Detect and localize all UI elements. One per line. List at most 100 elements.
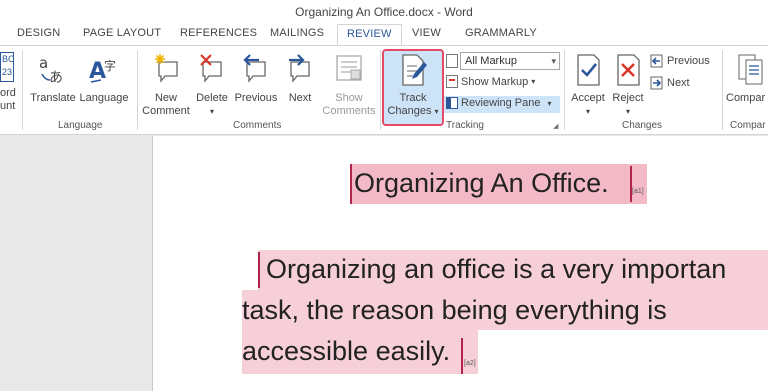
show-markup-button[interactable]: Show Markup ▾ xyxy=(446,75,535,88)
dialog-launcher-icon[interactable]: ◢ xyxy=(553,122,558,130)
tab-page-layout[interactable]: PAGE LAYOUT xyxy=(83,27,161,39)
new-comment-label-1: New xyxy=(154,92,177,104)
markup-select[interactable]: All Markup ▾ xyxy=(460,52,560,70)
separator xyxy=(380,50,381,130)
chevron-down-icon: ▾ xyxy=(585,107,590,116)
previous-comment-icon xyxy=(243,54,266,83)
next-change-button[interactable]: Next xyxy=(650,76,690,90)
separator xyxy=(564,50,565,130)
markup-select-value: All Markup xyxy=(465,55,517,67)
next-comment-icon xyxy=(289,54,310,83)
chevron-down-icon: ▾ xyxy=(625,107,630,116)
group-label-tracking: Tracking xyxy=(446,120,484,131)
track-changes-label-2: Changes xyxy=(387,105,432,117)
delete-comment-button[interactable]: Delete ▾ xyxy=(194,52,230,118)
group-label-comments: Comments xyxy=(233,120,282,131)
language-icon: A 字 xyxy=(89,58,116,84)
language-button[interactable]: A 字 Language xyxy=(78,52,130,105)
reviewing-pane-label: Reviewing Pane xyxy=(461,97,541,109)
separator xyxy=(22,50,23,130)
tab-review[interactable]: REVIEW xyxy=(337,24,402,47)
comment-anchor xyxy=(461,338,463,374)
next-label: Next xyxy=(288,92,312,104)
compare-label: Compar xyxy=(726,92,766,104)
tab-references[interactable]: REFERENCES xyxy=(180,27,257,39)
tab-mailings[interactable]: MAILINGS xyxy=(270,27,324,39)
group-label-changes: Changes xyxy=(622,120,663,131)
abc-text: BC xyxy=(2,54,15,64)
change-bar xyxy=(350,164,352,204)
paragraph-line-1[interactable]: Organizing an office is a very importan xyxy=(266,254,726,285)
language-label: Language xyxy=(79,92,129,104)
chevron-down-icon: ▾ xyxy=(434,107,439,116)
tab-grammarly[interactable]: GRAMMARLY xyxy=(465,27,537,39)
word-count-label-2: unt xyxy=(0,100,16,112)
tab-view[interactable]: VIEW xyxy=(412,27,441,39)
show-comments-label-2: Comments xyxy=(322,105,376,117)
delete-comment-icon xyxy=(200,54,222,83)
next-change-label: Next xyxy=(667,77,690,89)
title-bar: Organizing An Office.docx - Word xyxy=(0,0,768,24)
chevron-down-icon: ▾ xyxy=(531,77,536,86)
previous-comment-button[interactable]: Previous xyxy=(232,52,280,105)
track-changes-button[interactable]: Track Changes ▾ xyxy=(384,52,442,118)
delete-label: Delete xyxy=(196,92,228,104)
separator xyxy=(137,50,138,130)
comment-marker[interactable]: [a1] xyxy=(632,188,644,195)
document-heading[interactable]: Organizing An Office. xyxy=(354,168,609,199)
comment-anchor xyxy=(630,166,632,202)
show-comments-button[interactable]: Show Comments xyxy=(320,52,378,118)
group-label-compare: Compar xyxy=(730,120,766,131)
chevron-down-icon: ▾ xyxy=(551,56,556,66)
window-title: Organizing An Office.docx - Word xyxy=(295,5,473,19)
translate-icon: a あ xyxy=(39,54,63,86)
group-label-language: Language xyxy=(58,120,103,131)
next-comment-button[interactable]: Next xyxy=(282,52,318,105)
next-change-icon xyxy=(650,76,663,90)
tab-design[interactable]: DESIGN xyxy=(17,27,60,39)
accept-label: Accept xyxy=(571,92,605,104)
track-changes-label-1: Track xyxy=(399,92,427,104)
compare-button[interactable]: Compar xyxy=(726,52,768,105)
reject-icon xyxy=(617,54,640,86)
reject-label: Reject xyxy=(612,92,644,104)
svg-text:あ: あ xyxy=(49,70,63,86)
svg-text:a: a xyxy=(39,54,48,72)
new-comment-button[interactable]: New Comment xyxy=(140,52,192,118)
word-count-button[interactable]: BC 23 ord unt xyxy=(0,52,16,113)
show-comments-label-1: Show xyxy=(335,92,363,104)
compare-icon xyxy=(738,54,763,85)
num-text: 23 xyxy=(2,67,13,77)
ribbon-tabs: DESIGN PAGE LAYOUT REFERENCES MAILINGS R… xyxy=(0,24,768,47)
comment-marker[interactable]: [a2] xyxy=(464,360,476,367)
new-comment-label-2: Comment xyxy=(142,105,190,117)
accept-button[interactable]: Accept ▾ xyxy=(568,52,608,118)
paragraph-line-3[interactable]: accessible easily. xyxy=(242,336,450,367)
separator xyxy=(722,50,723,130)
reject-button[interactable]: Reject ▾ xyxy=(610,52,646,118)
translate-label: Translate xyxy=(30,92,76,104)
change-bar xyxy=(258,252,260,288)
new-comment-icon xyxy=(155,54,178,83)
paragraph-line-2[interactable]: task, the reason being everything is xyxy=(242,295,667,326)
markup-icon xyxy=(446,54,458,68)
abc-icon: BC 23 xyxy=(0,52,15,82)
previous-change-button[interactable]: Previous xyxy=(650,54,710,68)
word-count-label-1: ord xyxy=(0,87,16,99)
show-comments-icon xyxy=(336,55,362,81)
show-markup-label: Show Markup xyxy=(461,75,529,88)
svg-text:字: 字 xyxy=(104,58,116,73)
chevron-down-icon: ▾ xyxy=(209,107,214,116)
reviewing-pane-button[interactable]: Reviewing Pane ▾ xyxy=(446,97,552,109)
heading-text: Organizing An Office. xyxy=(354,168,609,198)
reviewing-pane-icon xyxy=(446,97,458,109)
previous-label: Previous xyxy=(234,92,278,104)
track-changes-icon xyxy=(402,54,427,86)
chevron-down-icon: ▾ xyxy=(547,98,552,108)
previous-change-icon xyxy=(650,54,663,68)
accept-icon xyxy=(577,54,600,86)
previous-change-label: Previous xyxy=(667,55,710,67)
ribbon: BC 23 ord unt a あ Translate A 字 Language… xyxy=(0,45,768,135)
translate-button[interactable]: a あ Translate xyxy=(28,52,78,105)
show-markup-icon xyxy=(446,75,458,88)
